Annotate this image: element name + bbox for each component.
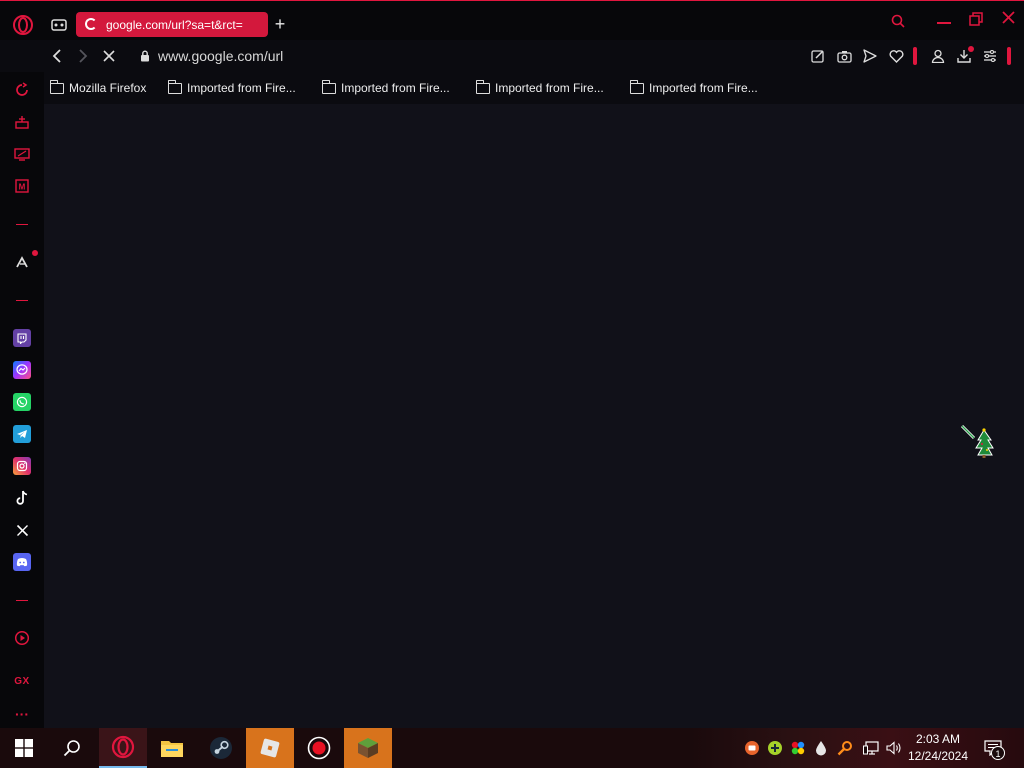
bookmark-label: Imported from Fire... (341, 81, 450, 95)
aria-ai-icon[interactable] (0, 248, 44, 276)
forward-button[interactable] (72, 44, 94, 68)
bookmarks-bar: Mozilla Firefox Imported from Fire... Im… (44, 72, 1024, 104)
bookmark-folder-imported-3[interactable]: Imported from Fire... (475, 72, 604, 104)
back-button[interactable] (46, 44, 68, 68)
navigation-bar (44, 40, 1024, 72)
gx-control-icon[interactable] (0, 76, 44, 104)
clock[interactable]: 2:03 AM 12/24/2024 (906, 728, 970, 768)
more-sidebar-options[interactable]: ··· (0, 700, 44, 728)
tray-steam-plus-icon[interactable] (765, 728, 785, 768)
send-flow-icon[interactable] (860, 46, 880, 66)
bookmark-label: Imported from Fire... (649, 81, 758, 95)
new-tab-button[interactable]: + (270, 14, 290, 34)
bookmark-label: Imported from Fire... (495, 81, 604, 95)
sidebar-separator (0, 210, 44, 238)
tab-islands-icon[interactable] (48, 14, 70, 36)
tray-magnifier-key-icon[interactable] (834, 728, 856, 768)
bookmark-folder-imported-1[interactable]: Imported from Fire... (167, 72, 296, 104)
account-icon[interactable] (928, 46, 948, 66)
tray-recording-icon[interactable] (742, 728, 762, 768)
action-center-button[interactable]: 1 (978, 728, 1008, 768)
sidebar-separator (0, 586, 44, 614)
tiktok-icon[interactable] (0, 484, 44, 512)
search-tabs-icon[interactable] (888, 11, 908, 31)
taskbar-wallpaper-accent (690, 728, 1024, 768)
downloads-icon[interactable] (954, 46, 974, 66)
clock-time: 2:03 AM (915, 732, 961, 746)
bookmark-folder-imported-4[interactable]: Imported from Fire... (629, 72, 758, 104)
taskbar-search-button[interactable] (48, 728, 96, 768)
whatsapp-icon[interactable] (0, 388, 44, 416)
x-twitter-icon[interactable] (0, 516, 44, 544)
edit-easy-setup-icon[interactable] (808, 46, 828, 66)
title-bar: google.com/url?sa=t&rct= + (0, 0, 1024, 40)
lock-icon[interactable] (138, 48, 152, 64)
taskbar: 2:03 AM 12/24/2024 1 (0, 728, 1024, 768)
svg-text:M: M (19, 183, 26, 192)
notification-count-badge: 1 (991, 746, 1005, 760)
easy-setup-menu-icon[interactable] (980, 46, 1000, 66)
instagram-icon[interactable] (0, 452, 44, 480)
clock-date: 12/24/2024 (907, 749, 969, 763)
telegram-icon[interactable] (0, 420, 44, 448)
taskbar-obs-record-icon[interactable] (295, 728, 343, 768)
toolbar-end-accent (1007, 47, 1011, 65)
network-icon[interactable] (860, 728, 882, 768)
toolbar-divider-accent (913, 47, 917, 65)
twitch-icon[interactable] (0, 324, 44, 352)
folder-icon (49, 79, 64, 94)
page-content-area[interactable] (44, 104, 1024, 728)
taskbar-roblox-icon[interactable] (246, 728, 294, 768)
messenger-icon[interactable] (0, 356, 44, 384)
opera-logo-icon[interactable] (10, 12, 36, 38)
cursor-christmas-tree-icon (960, 424, 996, 460)
gx-corner-icon[interactable] (0, 108, 44, 136)
player-icon[interactable] (0, 624, 44, 652)
folder-icon (629, 79, 644, 94)
tab-active[interactable]: google.com/url?sa=t&rct= (76, 12, 268, 37)
sidebar-separator (0, 286, 44, 314)
close-button[interactable] (996, 5, 1020, 29)
loading-spinner-icon (85, 18, 97, 30)
bookmark-folder-imported-2[interactable]: Imported from Fire... (321, 72, 450, 104)
discord-icon[interactable] (0, 548, 44, 576)
restore-button[interactable] (964, 7, 988, 31)
snapshot-camera-icon[interactable] (834, 46, 854, 66)
hot-tabs-killer-icon[interactable] (0, 140, 44, 168)
aria-notification-dot (32, 250, 38, 256)
tray-colorful-app-icon[interactable] (788, 728, 808, 768)
stop-loading-button[interactable] (98, 44, 120, 68)
gx-sidebar-label[interactable]: GX (0, 667, 44, 695)
downloads-notification-dot (968, 46, 974, 52)
taskbar-file-explorer-icon[interactable] (148, 728, 196, 768)
taskbar-opera-gx-icon[interactable] (99, 728, 147, 768)
bookmark-label: Mozilla Firefox (69, 81, 147, 95)
taskbar-steam-icon[interactable] (197, 728, 245, 768)
music-player-icon[interactable]: M (0, 172, 44, 200)
folder-icon (475, 79, 490, 94)
folder-icon (167, 79, 182, 94)
bookmark-folder-mozilla-firefox[interactable]: Mozilla Firefox (49, 72, 147, 104)
taskbar-minecraft-icon[interactable] (344, 728, 392, 768)
start-button[interactable] (0, 728, 48, 768)
sidebar: M GX ··· (0, 72, 44, 728)
bookmark-heart-icon[interactable] (886, 46, 906, 66)
tray-droplet-icon[interactable] (811, 728, 831, 768)
address-bar[interactable] (158, 45, 758, 67)
folder-icon (321, 79, 336, 94)
tab-title: google.com/url?sa=t&rct= (106, 17, 243, 32)
browser-window: google.com/url?sa=t&rct= + www.google.co… (0, 0, 1024, 728)
volume-icon[interactable] (884, 728, 906, 768)
minimize-button[interactable] (932, 7, 956, 31)
bookmark-label: Imported from Fire... (187, 81, 296, 95)
